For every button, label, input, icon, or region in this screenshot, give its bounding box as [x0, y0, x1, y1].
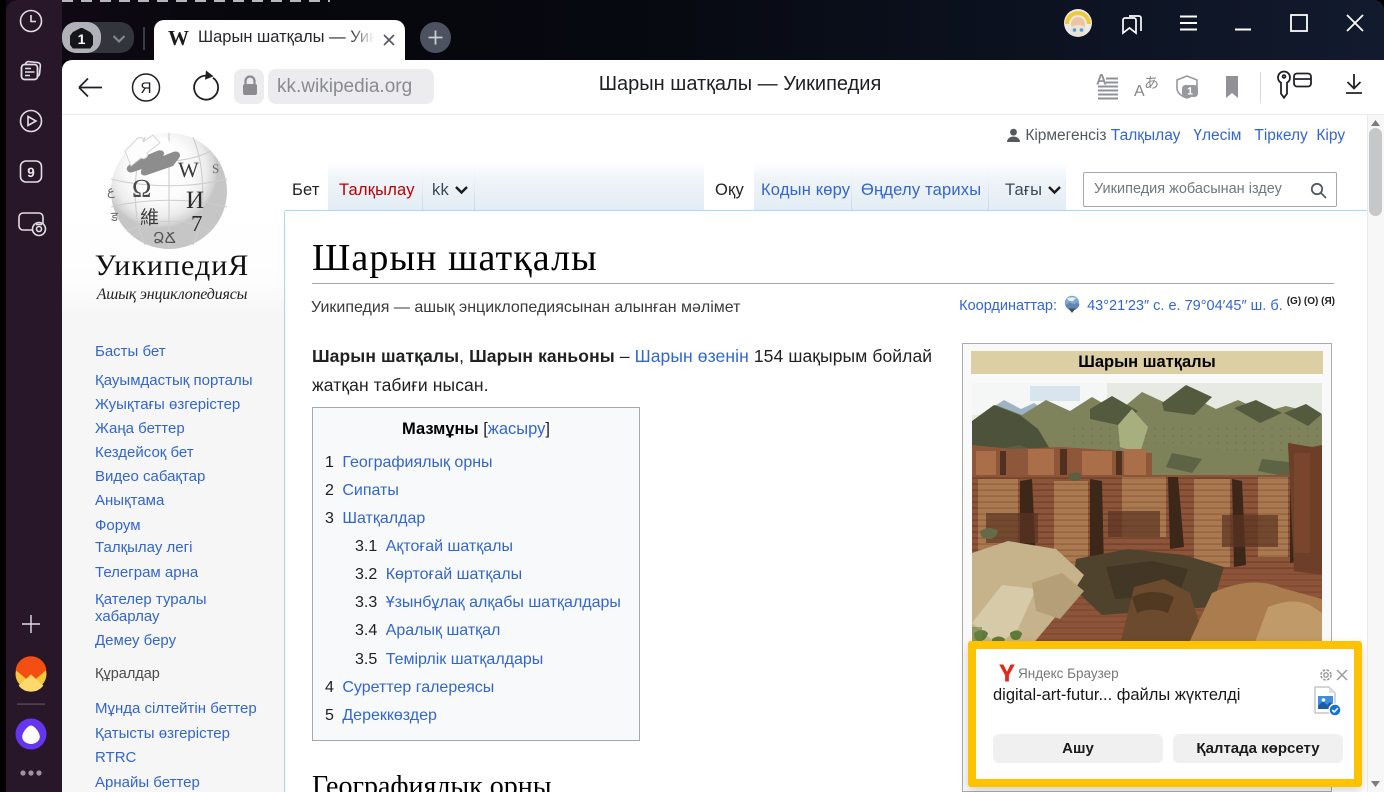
svg-text:Я: Я — [140, 80, 151, 97]
svg-text:W: W — [178, 157, 199, 182]
svg-text:1: 1 — [1187, 86, 1193, 98]
svg-text:Ѕ: Ѕ — [212, 161, 219, 176]
svg-text:A: A — [1096, 72, 1107, 89]
svg-text:Ω: Ω — [132, 174, 151, 203]
svg-text:9: 9 — [27, 165, 35, 180]
svg-text:И: И — [186, 187, 204, 214]
svg-text:ع: ع — [107, 183, 115, 199]
svg-text:ड: ड — [110, 209, 119, 224]
svg-text:ՁՃ: ՁՃ — [153, 231, 176, 247]
svg-text:維: 維 — [140, 208, 159, 229]
svg-text:7: 7 — [191, 211, 203, 236]
svg-text:あ: あ — [1144, 75, 1159, 92]
